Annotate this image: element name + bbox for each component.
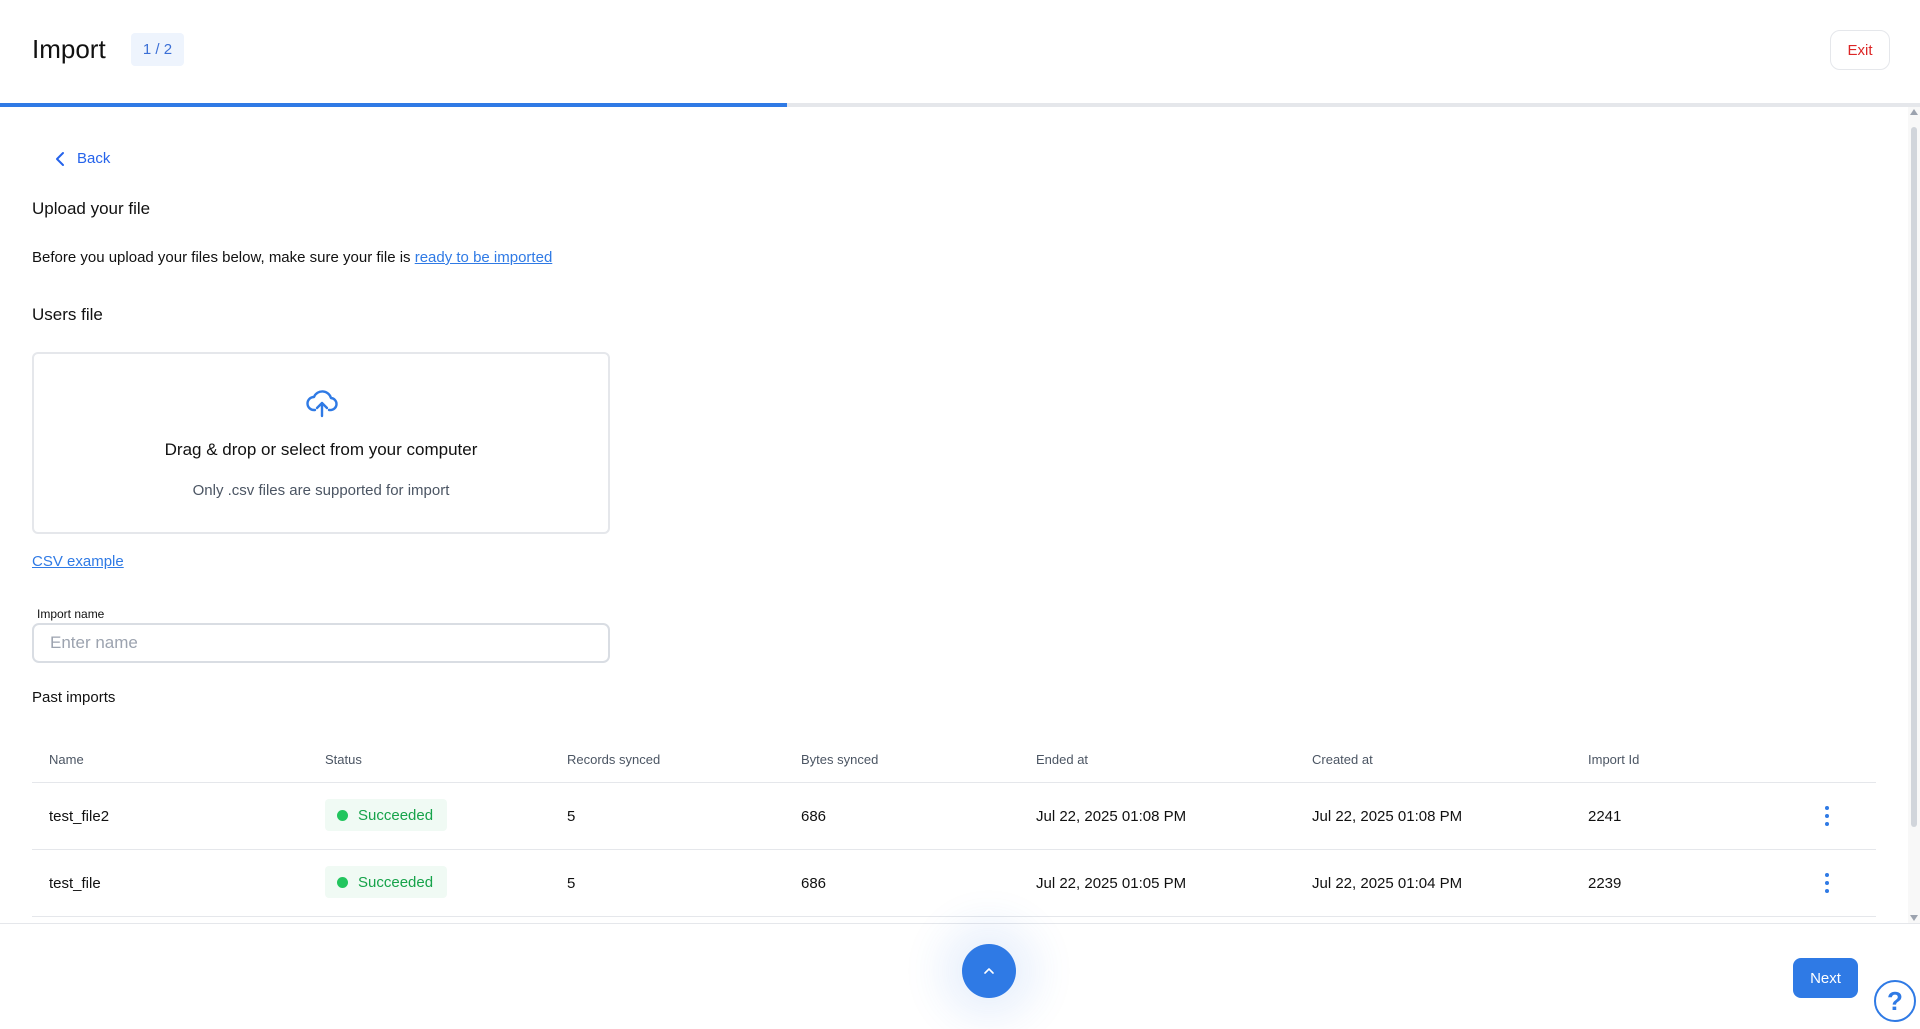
- status-label: Succeeded: [358, 873, 434, 891]
- status-dot-icon: [337, 876, 348, 888]
- table-row[interactable]: test_file Succeeded 5 686 Jul 22, 2025 0…: [32, 850, 1876, 917]
- cell-name: test_file2: [49, 808, 110, 825]
- upload-heading: Upload your file: [32, 199, 151, 218]
- past-imports-heading: Past imports: [32, 689, 116, 706]
- cell-name: test_file: [49, 875, 101, 892]
- scroll-thumb[interactable]: [1911, 127, 1917, 827]
- cell-created-at: Jul 22, 2025 01:04 PM: [1312, 875, 1463, 892]
- status-badge: Succeeded: [325, 866, 448, 898]
- next-button[interactable]: Next: [1793, 958, 1858, 998]
- back-label: Back: [77, 150, 111, 167]
- top-bar: Import 1 / 2 Exit: [0, 0, 1920, 104]
- cell-import-id: 2241: [1588, 808, 1622, 825]
- cell-records: 5: [567, 808, 576, 825]
- description-text: Before you upload your files below, make…: [32, 249, 415, 266]
- back-link[interactable]: Back: [55, 150, 110, 167]
- file-dropzone[interactable]: Drag & drop or select from your computer…: [32, 352, 610, 534]
- exit-button[interactable]: Exit: [1830, 30, 1890, 70]
- step-badge: 1 / 2: [131, 33, 184, 66]
- footer-bar: [0, 923, 1920, 1029]
- scroll-top-button[interactable]: [962, 944, 1016, 998]
- scroll-down-arrow-icon[interactable]: [1910, 915, 1918, 921]
- cell-records: 5: [567, 875, 576, 892]
- cell-bytes: 686: [801, 875, 827, 892]
- chevron-up-icon: [984, 968, 994, 974]
- dropzone-title: Drag & drop or select from your computer: [164, 440, 478, 459]
- cell-bytes: 686: [801, 808, 827, 825]
- ready-to-import-link[interactable]: ready to be imported: [415, 249, 553, 266]
- vertical-scrollbar[interactable]: [1908, 107, 1920, 923]
- main-content: Back Upload your file Before you upload …: [0, 107, 1908, 923]
- cell-created-at: Jul 22, 2025 01:08 PM: [1312, 808, 1463, 825]
- column-header-bytes: Bytes synced: [801, 752, 879, 767]
- cell-import-id: 2239: [1588, 875, 1622, 892]
- help-button[interactable]: ?: [1874, 980, 1916, 1022]
- import-name-input[interactable]: [32, 623, 610, 663]
- column-header-records: Records synced: [567, 752, 661, 767]
- table-row[interactable]: test_file2 Succeeded 5 686 Jul 22, 2025 …: [32, 783, 1876, 850]
- scroll-up-arrow-icon[interactable]: [1910, 109, 1918, 115]
- table-header: Name Status Records synced Bytes synced …: [32, 737, 1876, 783]
- column-header-name: Name: [49, 752, 84, 767]
- status-badge: Succeeded: [325, 799, 448, 831]
- column-header-import-id: Import Id: [1588, 752, 1640, 767]
- cell-ended-at: Jul 22, 2025 01:05 PM: [1036, 875, 1187, 892]
- chevron-left-icon: [56, 151, 64, 166]
- past-imports-table: Name Status Records synced Bytes synced …: [32, 737, 1876, 917]
- column-header-status: Status: [325, 752, 362, 767]
- dropzone-subtitle: Only .csv files are supported for import: [192, 482, 450, 499]
- page-title: Import: [32, 34, 106, 64]
- more-options-icon[interactable]: [1817, 805, 1837, 827]
- column-header-ended: Ended at: [1036, 752, 1089, 767]
- import-name-label: Import name: [37, 607, 105, 621]
- upload-description: Before you upload your files below, make…: [32, 249, 552, 266]
- csv-example-link[interactable]: CSV example: [32, 553, 124, 570]
- more-options-icon[interactable]: [1817, 872, 1837, 894]
- status-label: Succeeded: [358, 806, 434, 824]
- column-header-created: Created at: [1312, 752, 1373, 767]
- cloud-upload-icon: [306, 390, 338, 418]
- status-dot-icon: [337, 809, 348, 821]
- cell-ended-at: Jul 22, 2025 01:08 PM: [1036, 808, 1187, 825]
- users-file-heading: Users file: [32, 305, 103, 324]
